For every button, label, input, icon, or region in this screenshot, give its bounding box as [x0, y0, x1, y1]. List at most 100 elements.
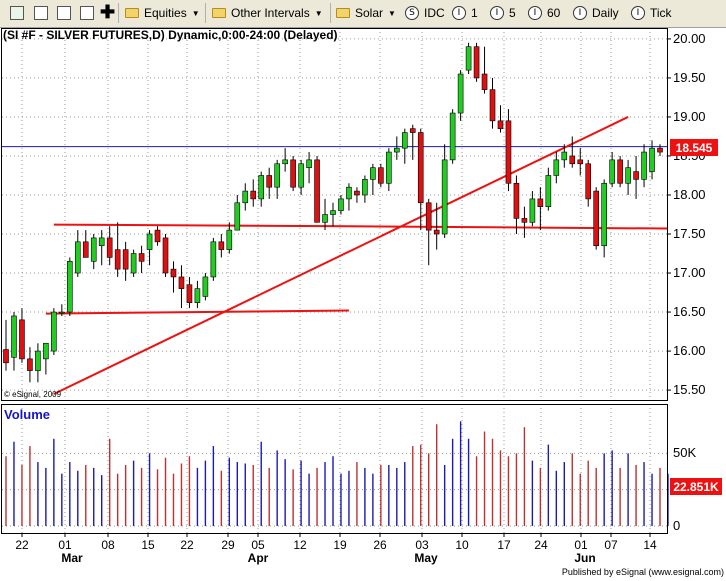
candle-body: [425, 202, 432, 231]
candle: [282, 148, 288, 172]
solar-dropdown[interactable]: Solar ▼: [336, 4, 396, 22]
candle-body: [601, 182, 607, 247]
new-chart-icon[interactable]: [10, 6, 24, 20]
candle: [90, 234, 97, 270]
x-tick-label: 12: [293, 538, 307, 552]
candle: [497, 105, 504, 133]
x-tick-label: 24: [534, 538, 548, 552]
x-month-label: May: [414, 551, 438, 565]
x-tick-label: 22: [180, 538, 194, 552]
candle: [3, 319, 9, 371]
cursor-cross-icon[interactable]: ✚: [100, 2, 115, 22]
candle: [170, 261, 177, 293]
candle-body: [417, 132, 424, 204]
tick-label: Tick: [650, 6, 672, 20]
x-tick-label: 05: [251, 538, 265, 552]
idc-label: IDC: [424, 6, 445, 20]
candle: [19, 308, 25, 363]
properties-icon[interactable]: [80, 6, 94, 20]
toolbar-separator: [205, 3, 206, 23]
candle: [162, 234, 169, 277]
candle-body: [130, 253, 137, 274]
candle: [146, 230, 153, 266]
candle: [354, 187, 360, 203]
x-tick-label: 03: [415, 538, 429, 552]
candle-body: [545, 175, 552, 207]
candle: [218, 234, 225, 258]
candle-body: [346, 186, 352, 200]
candle: [67, 257, 73, 316]
volume-bars: [5, 421, 669, 526]
candle: [489, 77, 496, 129]
candle: [210, 237, 217, 281]
candle: [314, 155, 320, 223]
chart-window-icon[interactable]: [34, 6, 48, 20]
grid: [2, 28, 667, 533]
other-intervals-dropdown[interactable]: Other Intervals ▼: [212, 4, 323, 22]
candle-body: [409, 128, 416, 133]
tick-button[interactable]: I Tick: [631, 4, 672, 22]
candle-body: [226, 229, 233, 250]
candle-body: [378, 167, 384, 184]
x-tick-label: 15: [141, 538, 155, 552]
candle-body: [170, 268, 177, 278]
folder-icon: [212, 8, 226, 18]
candle-body: [585, 163, 592, 200]
interval-60-button[interactable]: I 60: [528, 4, 560, 22]
candle: [449, 109, 456, 164]
price-tick-label: 19.00: [673, 108, 706, 124]
candle: [27, 347, 33, 383]
candle: [242, 183, 249, 211]
candle: [362, 175, 368, 203]
daily-button[interactable]: I Daily: [573, 4, 619, 22]
candle-body: [449, 112, 456, 161]
equities-dropdown[interactable]: Equities ▼: [125, 4, 200, 22]
x-tick-label: 08: [101, 538, 115, 552]
interval-1-button[interactable]: I 1: [452, 4, 478, 22]
candle: [378, 163, 384, 188]
candle-body: [401, 132, 408, 149]
solar-label: Solar: [355, 6, 384, 20]
candle-body: [497, 120, 504, 129]
candle-body: [146, 233, 153, 250]
candle: [657, 144, 663, 156]
candle: [553, 152, 560, 184]
price-tick-label: 19.50: [673, 69, 706, 85]
candle: [194, 280, 201, 309]
candle-body: [122, 249, 129, 270]
copy-window-icon[interactable]: [57, 6, 71, 20]
candle: [585, 159, 592, 207]
candle: [35, 343, 41, 383]
interval-5-label: 5: [509, 6, 516, 20]
candle: [178, 265, 185, 309]
chart-canvas[interactable]: 22 01 08 15 22 29 05 12 19 26 03 10 17 24 01 07 14 Mar Apr…: [0, 27, 726, 581]
toolbar-separator: [118, 3, 119, 23]
candle-body: [74, 241, 81, 274]
candle-body: [266, 175, 272, 188]
x-tick-label: 01: [58, 538, 72, 552]
candle: [545, 167, 552, 211]
candle-body: [649, 147, 655, 172]
candle-body: [90, 237, 97, 262]
candle: [569, 136, 576, 168]
candle: [473, 42, 480, 82]
interval-i-icon: I: [631, 6, 645, 20]
candle-body: [306, 159, 312, 168]
x-tick-label: 07: [604, 538, 618, 552]
interval-5-button[interactable]: I 5: [490, 4, 516, 22]
candle: [409, 124, 416, 160]
toolbar: ✚ Equities ▼ Other Intervals ▼ Solar ▼ S…: [0, 0, 726, 28]
idc-button[interactable]: S IDC: [405, 4, 445, 22]
candle: [346, 183, 352, 211]
candle: [130, 249, 137, 277]
candle-body: [457, 73, 464, 114]
candle-body: [521, 218, 528, 223]
candle-body: [577, 159, 584, 165]
candle-body: [625, 167, 631, 184]
candle-body: [27, 358, 33, 371]
folder-icon: [336, 8, 350, 18]
candle-body: [234, 202, 241, 231]
interval-i-icon: I: [490, 6, 504, 20]
toolbar-separator: [330, 3, 331, 23]
candle: [234, 194, 241, 231]
